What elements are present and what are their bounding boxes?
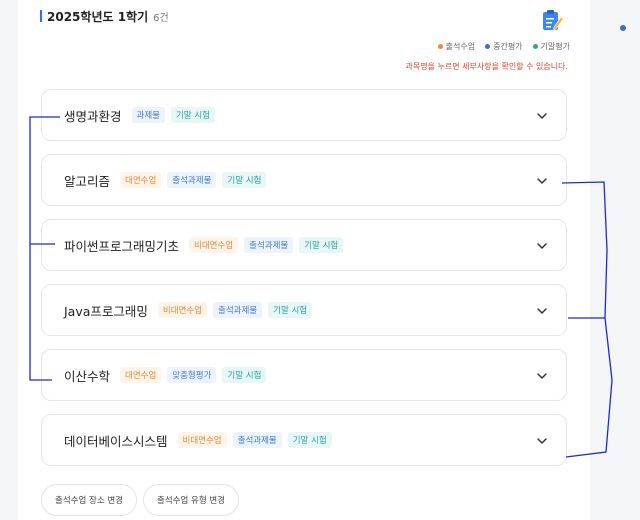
tag-final-exam: 기말 시험 xyxy=(287,432,332,448)
course-name[interactable]: 이산수학 xyxy=(64,366,110,385)
chevron-down-icon[interactable] xyxy=(536,110,548,122)
course-tags: 비대면수업 출석과제물 기말 시험 xyxy=(177,432,332,448)
semester-title: 2025학년도 1학기 xyxy=(47,9,149,24)
tag-assignment: 출석과제물 xyxy=(167,172,217,188)
legend-label: 기말평가 xyxy=(540,42,570,51)
tag-final-exam: 기말 시험 xyxy=(222,172,267,188)
chevron-down-icon[interactable] xyxy=(536,435,548,447)
tag-attendance: 대면수업 xyxy=(120,172,162,188)
course-count: 6건 xyxy=(153,12,169,24)
course-card[interactable]: 파이썬프로그래밍기초 비대면수업 출석과제물 기말 시험 xyxy=(41,219,567,271)
chevron-down-icon[interactable] xyxy=(536,175,548,187)
change-type-button[interactable]: 출석수업 유형 변경 xyxy=(143,484,239,516)
course-tags: 대면수업 맞춤형평가 기말 시험 xyxy=(120,367,267,383)
tag-final-exam: 기말 시험 xyxy=(170,107,215,123)
memo-edit-icon[interactable] xyxy=(540,8,564,32)
tag-custom-assessment: 맞춤형평가 xyxy=(167,367,217,383)
course-name[interactable]: 생명과환경 xyxy=(64,106,122,125)
course-name[interactable]: 데이터베이스시스템 xyxy=(64,431,168,450)
course-tags: 과제물 기말 시험 xyxy=(131,107,215,123)
legend-dot-blue xyxy=(485,44,491,49)
side-indicator-dot xyxy=(620,25,626,31)
evaluation-legend: 출석수업 중간평가 기말평가 xyxy=(437,41,570,52)
legend-item-attendance: 출석수업 xyxy=(437,41,476,52)
legend-item-final: 기말평가 xyxy=(532,41,570,52)
course-card[interactable]: 생명과환경 과제물 기말 시험 xyxy=(41,89,567,141)
course-name[interactable]: 파이썬프로그래밍기초 xyxy=(64,236,179,255)
header-accent-bar xyxy=(40,10,42,22)
chevron-down-icon[interactable] xyxy=(536,240,548,252)
course-card[interactable]: 알고리즘 대면수업 출석과제물 기말 시험 xyxy=(41,154,567,206)
tag-attendance: 비대면수업 xyxy=(189,237,239,253)
tag-assignment: 출석과제물 xyxy=(213,302,263,318)
course-tags: 비대면수업 출석과제물 기말 시험 xyxy=(157,302,313,318)
legend-dot-orange xyxy=(437,44,443,49)
tag-final-exam: 기말 시험 xyxy=(222,367,267,383)
tag-assignment: 출석과제물 xyxy=(232,432,282,448)
tag-assignment: 과제물 xyxy=(131,107,165,123)
course-name[interactable]: 알고리즘 xyxy=(64,171,110,190)
chevron-down-icon[interactable] xyxy=(536,370,548,382)
change-location-button[interactable]: 출석수업 장소 변경 xyxy=(41,484,137,516)
tag-final-exam: 기말 시험 xyxy=(299,237,344,253)
legend-dot-teal xyxy=(532,44,538,49)
course-tags: 비대면수업 출석과제물 기말 시험 xyxy=(189,237,344,253)
tag-final-exam: 기말 시험 xyxy=(268,302,313,318)
course-card[interactable]: Java프로그래밍 비대면수업 출석과제물 기말 시험 xyxy=(41,284,567,336)
legend-item-midterm: 중간평가 xyxy=(485,41,523,52)
tag-attendance: 비대면수업 xyxy=(177,432,227,448)
tag-attendance: 비대면수업 xyxy=(157,302,208,318)
legend-label: 출석수업 xyxy=(445,42,476,51)
legend-label: 중간평가 xyxy=(493,42,523,51)
course-card[interactable]: 데이터베이스시스템 비대면수업 출석과제물 기말 시험 xyxy=(41,414,567,466)
chevron-down-icon[interactable] xyxy=(536,305,548,317)
tag-assignment: 출석과제물 xyxy=(244,237,294,253)
course-name[interactable]: Java프로그래밍 xyxy=(64,301,148,320)
semester-header: 2025학년도 1학기 6건 xyxy=(40,8,169,24)
course-card[interactable]: 이산수학 대면수업 맞춤형평가 기말 시험 xyxy=(41,349,567,401)
tag-attendance: 대면수업 xyxy=(120,367,162,383)
course-tags: 대면수업 출석과제물 기말 시험 xyxy=(120,172,267,188)
hint-text: 과목명을 누르면 세부사항을 확인할 수 있습니다. xyxy=(405,62,568,71)
